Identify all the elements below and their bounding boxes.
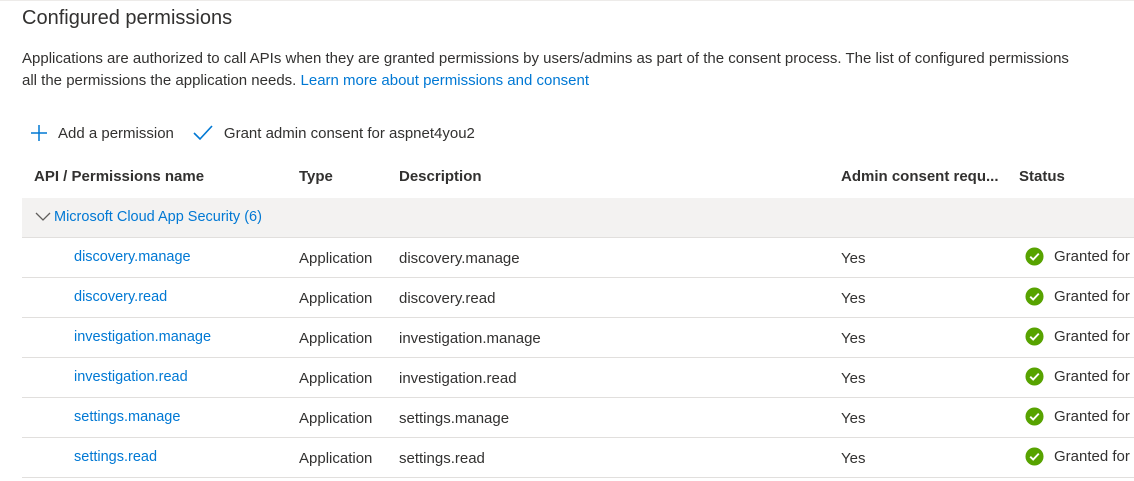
description-line-2-text: all the permissions the application need… xyxy=(22,72,297,89)
grant-admin-consent-label: Grant admin consent for aspnet4you2 xyxy=(223,124,475,142)
table-row: investigation.read Application investiga… xyxy=(22,358,1134,398)
permission-type: Application xyxy=(299,290,373,307)
table-row: settings.read Application settings.read … xyxy=(22,438,1134,478)
group-row-microsoft-cloud-app-security[interactable]: Microsoft Cloud App Security (6) xyxy=(22,198,1134,238)
status-text: Granted for xyxy=(1054,328,1130,345)
table-row: discovery.read Application discovery.rea… xyxy=(22,278,1134,318)
group-label[interactable]: Microsoft Cloud App Security (6) xyxy=(54,209,262,225)
status: Granted for xyxy=(1025,287,1130,306)
status: Granted for xyxy=(1025,327,1130,346)
learn-more-link[interactable]: Learn more about permissions and consent xyxy=(301,72,590,89)
admin-consent-required: Yes xyxy=(841,370,866,387)
success-check-circle-icon xyxy=(1025,407,1044,426)
admin-consent-required: Yes xyxy=(841,330,866,347)
permission-name-link[interactable]: investigation.read xyxy=(74,369,188,385)
toolbar: Add a permission Grant admin consent for… xyxy=(30,120,475,146)
success-check-circle-icon xyxy=(1025,247,1044,266)
permission-type: Application xyxy=(299,250,373,267)
add-permission-button[interactable]: Add a permission xyxy=(30,124,174,142)
table-header: API / Permissions name Type Description … xyxy=(22,156,1134,198)
top-divider xyxy=(0,0,1134,1)
permission-name-link[interactable]: settings.read xyxy=(74,449,157,465)
permission-name-link[interactable]: discovery.read xyxy=(74,289,167,305)
description-line-2: all the permissions the application need… xyxy=(22,70,1134,92)
chevron-down-icon[interactable] xyxy=(35,211,51,227)
permission-name-link[interactable]: investigation.manage xyxy=(74,329,211,345)
page-title: Configured permissions xyxy=(22,7,233,29)
permission-name-link[interactable]: settings.manage xyxy=(74,409,180,425)
permission-type: Application xyxy=(299,410,373,427)
table-row: settings.manage Application settings.man… xyxy=(22,398,1134,438)
permission-name-link[interactable]: discovery.manage xyxy=(74,249,191,265)
plus-icon xyxy=(30,124,58,142)
column-header-admin-consent[interactable]: Admin consent requ... xyxy=(841,168,999,185)
column-header-name[interactable]: API / Permissions name xyxy=(34,168,204,185)
description-line-1: Applications are authorized to call APIs… xyxy=(22,50,1069,67)
column-header-type[interactable]: Type xyxy=(299,168,333,185)
status-text: Granted for xyxy=(1054,288,1130,305)
admin-consent-required: Yes xyxy=(841,250,866,267)
permissions-table: API / Permissions name Type Description … xyxy=(22,156,1134,478)
permission-description: investigation.read xyxy=(399,370,517,387)
permission-description: investigation.manage xyxy=(399,330,541,347)
permission-type: Application xyxy=(299,370,373,387)
admin-consent-required: Yes xyxy=(841,410,866,427)
configured-permissions-panel: Configured permissions Applications are … xyxy=(0,0,1134,481)
grant-admin-consent-button[interactable]: Grant admin consent for aspnet4you2 xyxy=(192,124,475,142)
admin-consent-required: Yes xyxy=(841,290,866,307)
status: Granted for xyxy=(1025,367,1130,386)
status: Granted for xyxy=(1025,247,1130,266)
success-check-circle-icon xyxy=(1025,287,1044,306)
permission-description: discovery.manage xyxy=(399,250,520,267)
status-text: Granted for xyxy=(1054,368,1130,385)
add-permission-label: Add a permission xyxy=(58,124,174,142)
success-check-circle-icon xyxy=(1025,327,1044,346)
status-text: Granted for xyxy=(1054,408,1130,425)
permission-type: Application xyxy=(299,450,373,467)
status: Granted for xyxy=(1025,407,1130,426)
table-row: discovery.manage Application discovery.m… xyxy=(22,238,1134,278)
success-check-circle-icon xyxy=(1025,447,1044,466)
permission-type: Application xyxy=(299,330,373,347)
success-check-circle-icon xyxy=(1025,367,1044,386)
status-text: Granted for xyxy=(1054,448,1130,465)
column-header-status[interactable]: Status xyxy=(1019,168,1065,185)
admin-consent-required: Yes xyxy=(841,450,866,467)
checkmark-icon xyxy=(192,124,224,142)
permission-description: settings.manage xyxy=(399,410,510,427)
permission-description: discovery.read xyxy=(399,290,496,307)
status-text: Granted for xyxy=(1054,248,1130,265)
table-row: investigation.manage Application investi… xyxy=(22,318,1134,358)
status: Granted for xyxy=(1025,447,1130,466)
description: Applications are authorized to call APIs… xyxy=(22,48,1134,92)
permission-description: settings.read xyxy=(399,450,485,467)
column-header-description[interactable]: Description xyxy=(399,168,482,185)
